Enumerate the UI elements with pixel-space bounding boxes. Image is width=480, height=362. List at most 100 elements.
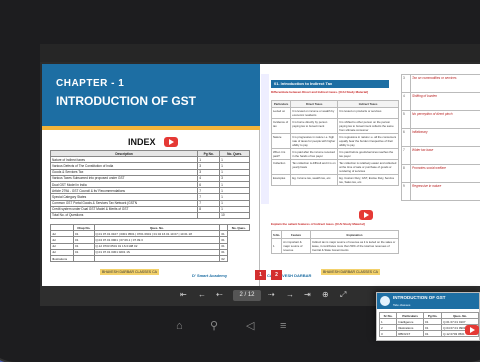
feature-column-cell: Tax on commodities or services [411,75,480,93]
comparison-cell: Eg. Custom Duty, GST, Excise Duty, Servi… [338,175,399,186]
next-icon[interactable]: ⇢ [268,290,275,300]
exam-cell: 02 [220,255,228,261]
menu-icon[interactable]: ≡ [280,320,286,332]
comparison-header: Particulars [272,101,291,108]
question-heading: Differentiate between Direct and Indirec… [271,90,368,94]
youtube-icon[interactable] [359,210,373,220]
side-label-bar [261,74,269,204]
avatar [380,296,390,306]
comparison-cell: It is levied on income or wealth by econ… [291,108,338,119]
features-column-table: 3Tax on commodities or services4Shifting… [401,74,480,201]
section-heading: 01. Introduction to Indirect Tax [271,80,389,88]
comparison-cell: It is borne directly by person paying ta… [291,119,338,134]
right-page: 01. Introduction to Indirect Tax Differe… [261,64,480,286]
page-number[interactable]: 2 / 12 [233,290,261,301]
comparison-cell: Examples [272,175,291,186]
question-heading-2: Explain the salient features of Indirect… [271,222,365,226]
zoom-icon[interactable]: ⊕ [322,290,329,300]
index-row: Total No. of Questions 10 [51,212,250,218]
comparison-cell: Incidence of tax [272,119,291,134]
left-page: CHAPTER - 1 INTRODUCTION OF GST INDEX De… [42,64,260,286]
first-page-icon[interactable]: ⇤ [180,290,187,300]
index-cell: Total No. of Questions [51,212,198,218]
feature-column-row: 4Shifting of burden [402,93,480,111]
comparison-cell: It is paid after the income received in … [291,149,338,160]
feature-column-cell: 8 [402,165,411,183]
features-header: Feature [282,231,311,239]
page-tab-1[interactable]: 1 [255,270,266,280]
comparison-table: ParticularsDirect TaxesIndirect Taxes Le… [271,100,399,186]
index-cell [198,212,220,218]
next-page-icon[interactable]: → [286,290,294,300]
home-icon[interactable]: ⌂ [176,320,183,332]
index-cell: 10 [220,212,250,218]
comparison-header: Direct Taxes [291,101,338,108]
comparison-row: CollectionTax collection is difficult an… [272,160,399,175]
exam-header: No. Ques. [228,225,250,231]
exam-cell [74,255,94,261]
back-icon[interactable]: ◁ [246,320,254,332]
comparison-row: NatureIt is progressive in nature i.e. h… [272,134,399,149]
features-header: S.No. [272,231,282,239]
thumbnail-cell: 3 [380,331,397,337]
comparison-cell: Collection [272,160,291,175]
ebook-spread[interactable]: CHAPTER - 1 INTRODUCTION OF GST INDEX De… [42,64,480,286]
youtube-icon[interactable] [164,137,178,147]
exam-cell: Illustrations [51,255,74,261]
thumbnail-table: Sr No.ParticularsPg No.Ques. No. 1Intell… [379,312,479,337]
last-page-icon[interactable]: ⇥ [304,290,311,300]
comparison-row: When it is paid?It is paid after the inc… [272,149,399,160]
footer-box: BHAVESH DARBAR CLASSES CA [321,269,380,275]
features-header: Explanation [310,231,398,239]
features-table: S.No.FeatureExplanation 1An important & … [271,230,399,254]
youtube-play-icon[interactable] [465,325,479,335]
comparison-cell: Eg. Income tax, wealth tax, etc. [291,175,338,186]
feature-column-row: 5No perception of direct pinch [402,111,480,129]
thumbnail-row: 3RBI/GST01Q.12 0703 0501 [380,331,479,337]
thumbnail-title: INTRODUCTION OF GST [393,295,446,300]
video-thumbnail[interactable]: INTRODUCTION OF GST Tele classes Sr No.P… [376,292,480,341]
tablet-screen: CHAPTER - 1 INTRODUCTION OF GST INDEX De… [40,44,480,306]
features-cell: 1 [272,239,282,254]
comparison-row: Incidence of taxIt is borne directly by … [272,119,399,134]
page-tab-2[interactable]: 2 [271,270,282,280]
exam-row: Illustrations 02 [51,255,250,261]
feature-column-row: 6Inflationary [402,129,480,147]
feature-column-cell: No perception of direct pinch [411,111,480,129]
viewer-top-bar [40,44,480,62]
comparison-row: Levied onIt is levied on income or wealt… [272,108,399,119]
prev-page-icon[interactable]: ← [198,290,206,300]
feature-column-row: 9Regressive in nature [402,183,480,201]
footer-brand: D' Smart Academy [192,273,227,278]
footer-box: BHAVESH DARBAR CLASSES CA [100,269,159,275]
features-cell: Indirect tax is major source of revenue … [310,239,398,254]
feature-column-row: 7Wider tax base [402,147,480,165]
comparison-cell: When it is paid? [272,149,291,160]
left-page-footer: BHAVESH DARBAR CLASSES CA D' Smart Acade… [42,267,260,286]
feature-column-cell: 9 [402,183,411,201]
index-title: INDEX [128,137,156,147]
chapter-label: CHAPTER - 1 [56,78,124,89]
feature-column-cell: 4 [402,93,411,111]
search-icon[interactable]: ⚲ [210,320,218,332]
comparison-cell: It is paid before goods/services reaches… [338,149,399,160]
comparison-cell: Levied on [272,108,291,119]
feature-column-cell: Inflationary [411,129,480,147]
chapter-title: INTRODUCTION OF GST [56,94,196,108]
feature-column-cell: Promotes social welfare [411,165,480,183]
comparison-cell: Nature [272,134,291,149]
feature-column-row: 8Promotes social welfare [402,165,480,183]
fullscreen-icon[interactable]: ⤢ [340,290,346,300]
comparison-cell: It is regressive in nature i.e. all the … [338,134,399,149]
feature-column-cell: 6 [402,129,411,147]
prev-icon[interactable]: ⇠ [216,290,223,300]
feature-column-cell: Regressive in nature [411,183,480,201]
feature-column-cell: 3 [402,75,411,93]
feature-column-row: 3Tax on commodities or services [402,75,480,93]
index-table: DescriptionPg No.No. Ques. Nature of Ind… [50,150,250,219]
comparison-cell: It is levied on products or services [338,108,399,119]
features-row: 1An important & major source of revenueI… [272,239,399,254]
feature-column-cell: 7 [402,147,411,165]
page-tabs: 1 2 [255,270,283,280]
chapter-banner: CHAPTER - 1 INTRODUCTION OF GST [42,64,260,126]
